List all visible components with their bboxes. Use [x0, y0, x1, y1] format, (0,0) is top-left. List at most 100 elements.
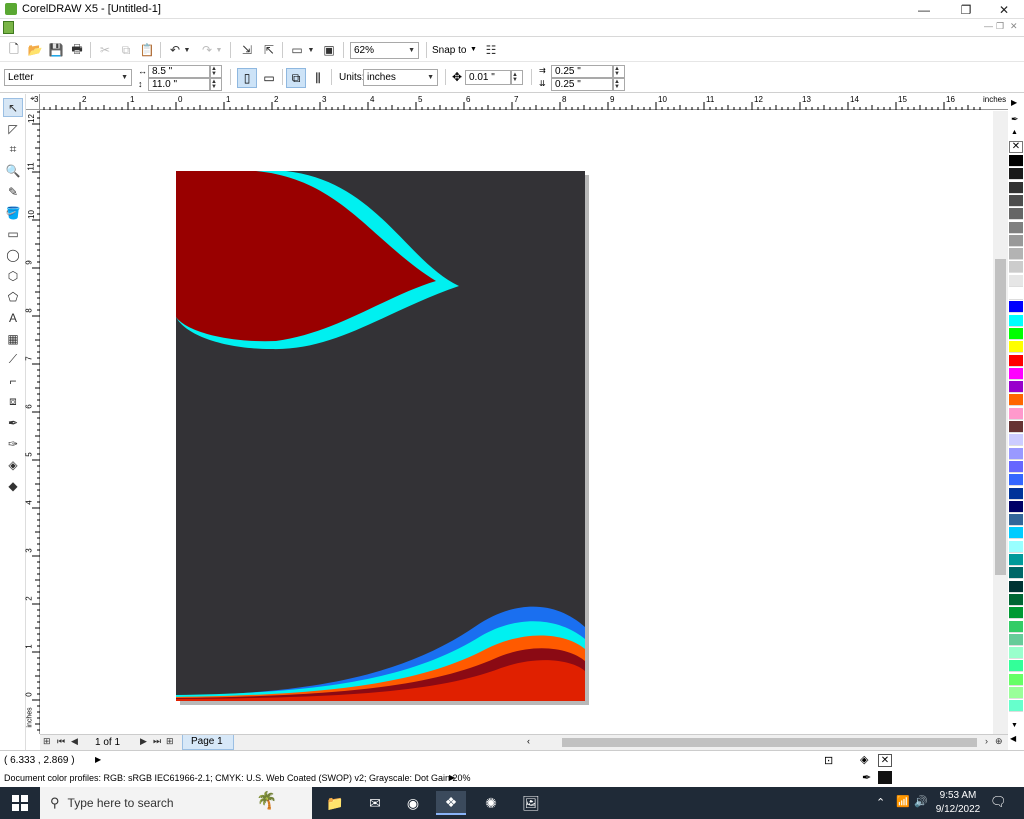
profiles-expand-icon[interactable]: ▶: [449, 773, 455, 782]
cut-icon[interactable]: ✂: [96, 41, 114, 59]
palette-swatch[interactable]: [1009, 647, 1023, 660]
palette-swatch[interactable]: [1009, 687, 1023, 699]
application-launcher-icon[interactable]: ▭: [288, 41, 306, 59]
palette-swatch[interactable]: [1009, 155, 1023, 167]
palette-swatch[interactable]: [1009, 593, 1023, 606]
vertical-ruler[interactable]: 12 11 10 9 8 7 6 5 4 3 2 1 0 inches: [25, 110, 40, 734]
new-document-icon[interactable]: 🗋: [5, 41, 23, 59]
page-width-input[interactable]: 8.5 ": [148, 65, 210, 78]
clock-time[interactable]: 9:53 AM: [936, 790, 980, 801]
restore-button[interactable]: ❐: [946, 0, 986, 19]
last-page-icon[interactable]: ⏭: [153, 736, 161, 747]
navigator-zoom-icon[interactable]: ⊕: [995, 736, 1003, 747]
ellipse-tool-icon[interactable]: ◯: [3, 245, 23, 264]
scroll-right-icon[interactable]: ›: [985, 736, 988, 746]
blend-tool-icon[interactable]: ⧈: [3, 392, 23, 411]
palette-expand-icon[interactable]: ◀: [1010, 734, 1016, 743]
close-button[interactable]: ✕: [984, 0, 1024, 19]
fill-status-icon[interactable]: ◈: [860, 753, 868, 766]
notifications-icon[interactable]: 🗨: [990, 794, 1007, 810]
outline-color-swatch[interactable]: [878, 771, 892, 784]
palette-flyout-icon[interactable]: ✒: [1011, 114, 1019, 125]
import-icon[interactable]: ⇲: [238, 41, 256, 59]
connector-tool-icon[interactable]: ⌐: [3, 371, 23, 390]
drawing-canvas[interactable]: [41, 111, 993, 734]
news-widget-icon[interactable]: 🌴: [256, 791, 277, 811]
eyedropper-tool-icon[interactable]: ✒: [3, 413, 23, 432]
pick-tool-icon[interactable]: ↖: [3, 98, 23, 117]
shape-tool-icon[interactable]: ◸: [3, 119, 23, 138]
corel-capture-icon[interactable]: ✺: [476, 791, 506, 815]
palette-swatch[interactable]: [1009, 181, 1023, 194]
horizontal-scrollbar-thumb[interactable]: [562, 738, 977, 747]
nudge-spinner[interactable]: ▲ ▼: [511, 70, 523, 85]
palette-swatch[interactable]: [1009, 288, 1023, 300]
palette-swatch[interactable]: [1009, 434, 1023, 447]
status-expand-icon[interactable]: ▶: [95, 755, 101, 764]
previous-page-icon[interactable]: ◀: [71, 736, 78, 747]
network-icon[interactable]: 📶: [896, 795, 910, 808]
palette-swatch[interactable]: [1009, 527, 1023, 540]
palette-swatch[interactable]: [1009, 354, 1023, 367]
duplicate-distance-x-input[interactable]: 0.25 ": [551, 65, 613, 78]
snap-to-button[interactable]: Snap to: [432, 45, 466, 56]
units-select[interactable]: inches ▼: [363, 69, 438, 86]
basic-shapes-tool-icon[interactable]: ⬠: [3, 287, 23, 306]
windows-start-icon[interactable]: [12, 795, 28, 811]
horizontal-scrollbar[interactable]: ‹: [525, 736, 983, 749]
taskbar-search-box[interactable]: ⚲ Type here to search 🌴: [40, 787, 312, 819]
paper-size-select[interactable]: Letter ▼: [4, 69, 132, 86]
palette-swatch[interactable]: [1009, 407, 1023, 420]
palette-swatch[interactable]: [1009, 327, 1023, 340]
palette-swatch[interactable]: [1009, 221, 1023, 234]
palette-swatch[interactable]: [1009, 421, 1023, 433]
vertical-scrollbar-thumb[interactable]: [995, 259, 1006, 575]
document-color-profiles[interactable]: Document color profiles: RGB: sRGB IEC61…: [4, 773, 471, 783]
palette-swatch[interactable]: [1009, 700, 1023, 713]
palette-swatch[interactable]: [1009, 567, 1023, 580]
options-icon[interactable]: ☷: [482, 41, 500, 59]
polygon-tool-icon[interactable]: ⬡: [3, 266, 23, 285]
scroll-left-icon[interactable]: ‹: [527, 736, 530, 746]
photos-icon[interactable]: 🖼: [516, 791, 546, 815]
zoom-level-select[interactable]: 62% ▼: [350, 42, 419, 59]
mail-icon[interactable]: ✉: [360, 791, 390, 815]
outline-pen-tool-icon[interactable]: ✑: [3, 434, 23, 453]
paste-icon[interactable]: 📋: [138, 41, 156, 59]
palette-swatch[interactable]: [1009, 381, 1023, 394]
text-tool-icon[interactable]: A: [3, 308, 23, 327]
palette-swatch[interactable]: [1009, 261, 1023, 274]
save-icon[interactable]: 💾: [47, 41, 65, 59]
print-icon[interactable]: 🖶: [68, 41, 86, 59]
palette-swatch[interactable]: [1009, 660, 1023, 673]
duplicate-x-spinner[interactable]: ▲ ▼: [613, 65, 625, 78]
smart-fill-tool-icon[interactable]: 🪣: [3, 203, 23, 222]
file-explorer-icon[interactable]: 📁: [320, 791, 350, 815]
all-pages-icon[interactable]: ⧉: [286, 68, 306, 88]
palette-swatch[interactable]: [1009, 673, 1023, 686]
palette-swatch[interactable]: [1009, 208, 1023, 221]
palette-swatch[interactable]: [1009, 487, 1023, 500]
palette-up-icon[interactable]: ▲: [1011, 129, 1018, 136]
landscape-icon[interactable]: ▭: [259, 68, 279, 88]
dimension-tool-icon[interactable]: ⟋: [3, 350, 23, 369]
palette-swatch[interactable]: [1009, 633, 1023, 646]
width-spinner[interactable]: ▲ ▼: [210, 65, 222, 78]
add-page-icon[interactable]: ⊞: [43, 736, 51, 747]
no-color-swatch[interactable]: ✕: [1009, 141, 1023, 153]
show-hidden-icons-icon[interactable]: ⌃: [876, 796, 885, 809]
palette-swatch[interactable]: [1009, 540, 1023, 553]
chrome-icon[interactable]: ◉: [398, 791, 428, 815]
first-page-icon[interactable]: ⏮: [57, 736, 65, 747]
palette-swatch[interactable]: [1009, 394, 1023, 407]
horizontal-ruler[interactable]: 3 2 1 0 1 2 3 4 5 6 7 8 9 10 11 12 13 14 15 16 inches: [34, 94, 1008, 110]
next-page-icon[interactable]: ▶: [140, 736, 147, 747]
zoom-tool-icon[interactable]: 🔍: [3, 161, 23, 180]
page-tab[interactable]: Page 1: [182, 735, 234, 750]
palette-swatch[interactable]: [1009, 301, 1023, 314]
interactive-fill-tool-icon[interactable]: ◆: [3, 476, 23, 495]
palette-swatch[interactable]: [1009, 234, 1023, 247]
snap-status-icon[interactable]: ⊡: [824, 754, 833, 767]
palette-swatch[interactable]: [1009, 248, 1023, 261]
red-leaf-shape[interactable]: [176, 171, 436, 342]
